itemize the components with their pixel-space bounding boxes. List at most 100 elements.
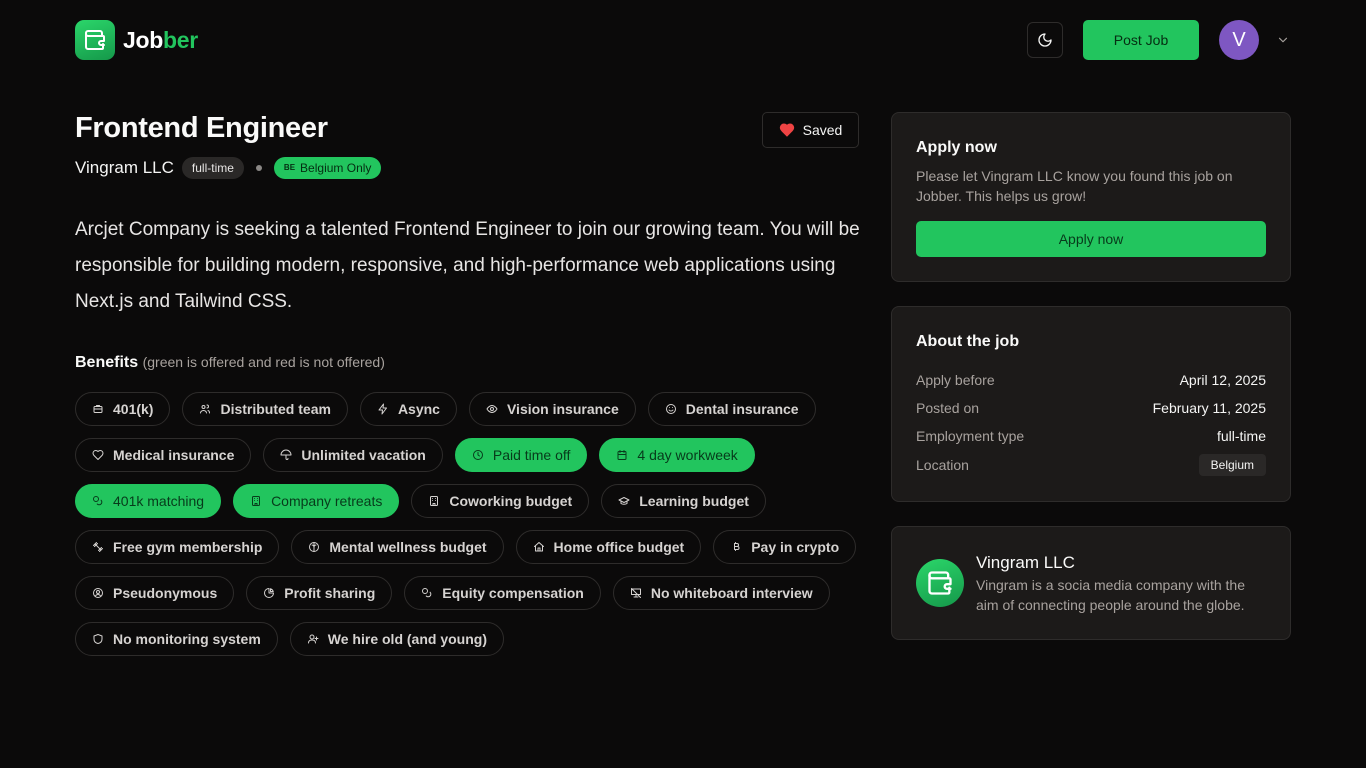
benefit-pill-mental-wellness-budget[interactable]: Mental wellness budget xyxy=(291,530,504,564)
benefit-label: Profit sharing xyxy=(284,585,376,601)
benefit-label: No monitoring system xyxy=(113,631,261,647)
benefits-row: Medical insurance Unlimited vacation Paid … xyxy=(75,438,865,472)
benefits-row: No monitoring system We hire old (and you… xyxy=(75,622,865,656)
saved-button[interactable]: Saved xyxy=(762,112,859,148)
benefit-label: 401(k) xyxy=(113,401,154,417)
location-label: Belgium Only xyxy=(300,161,372,175)
benefit-pill-async[interactable]: Async xyxy=(359,392,457,426)
benefit-label: Coworking budget xyxy=(449,493,573,509)
pie-chart-icon xyxy=(264,588,275,598)
job-description: Arcjet Company is seeking a talented Fro… xyxy=(75,219,860,312)
benefit-pill-free-gym-membership[interactable]: Free gym membership xyxy=(75,530,280,564)
job-title: Frontend Engineer xyxy=(75,112,328,144)
chevron-down-icon[interactable] xyxy=(1276,33,1290,47)
building-icon xyxy=(252,496,261,506)
flag-icon: BE xyxy=(283,163,296,172)
benefit-pill-learning-budget[interactable]: Learning budget xyxy=(601,484,766,518)
benefit-label: Dental insurance xyxy=(685,401,799,417)
benefit-pill-no-whiteboard-interview[interactable]: No whiteboard interview xyxy=(612,576,830,610)
home-icon xyxy=(533,542,544,552)
apply-card-title: Apply now xyxy=(916,139,997,156)
user-circle-icon xyxy=(93,588,103,598)
benefit-pill-medical-insurance[interactable]: Medical insurance xyxy=(75,438,252,472)
about-card-title: About the job xyxy=(916,333,1020,350)
benefit-label: Medical insurance xyxy=(113,447,235,463)
benefits-row: Free gym membership Mental wellness budge… xyxy=(75,530,865,564)
benefit-pill-paid-time-off[interactable]: Paid time off xyxy=(454,438,588,472)
bitcoin-icon xyxy=(734,542,740,551)
shield-icon xyxy=(93,634,103,644)
location-badge: BE Belgium Only xyxy=(273,157,382,179)
calendar-icon xyxy=(617,450,627,460)
benefit-pill-unlimited-vacation[interactable]: Unlimited vacation xyxy=(263,438,443,472)
employment-type-badge: full-time xyxy=(181,157,244,179)
brand-name: Jobber xyxy=(123,26,198,53)
benefits-row: 401(k) Distributed team Async Vision insura… xyxy=(75,392,865,426)
brain-icon xyxy=(309,542,320,552)
company-logo[interactable] xyxy=(916,559,964,607)
benefit-pill-home-office-budget[interactable]: Home office budget xyxy=(515,530,702,564)
benefit-label: We hire old (and young) xyxy=(327,631,487,647)
benefit-pill-4-day-workweek[interactable]: 4 day workweek xyxy=(599,438,755,472)
company-card-name[interactable]: Vingram LLC xyxy=(976,553,1075,573)
benefit-label: Distributed team xyxy=(220,401,331,417)
benefit-pill-profit-sharing[interactable]: Profit sharing xyxy=(246,576,393,610)
apply-card: Apply now Please let Vingram LLC know yo… xyxy=(891,112,1291,282)
heart-icon xyxy=(779,123,794,137)
benefit-pill-vision-insurance[interactable]: Vision insurance xyxy=(468,392,636,426)
theme-toggle-button[interactable] xyxy=(1027,22,1063,58)
building-icon xyxy=(430,496,439,506)
saved-label: Saved xyxy=(802,122,843,138)
separator-dot xyxy=(255,165,262,171)
company-card-description: Vingram is a socia media company with th… xyxy=(976,577,1245,613)
heart-icon xyxy=(92,450,104,460)
presentation-off-icon xyxy=(630,588,641,598)
brand-logo[interactable]: Jobber xyxy=(75,20,198,60)
graduation-cap-icon xyxy=(618,497,630,505)
moon-icon xyxy=(1038,33,1052,47)
detail-row-location: Location Belgium xyxy=(916,454,1266,476)
benefit-pill-no-monitoring-system[interactable]: No monitoring system xyxy=(75,622,278,656)
company-card: Vingram LLC Vingram is a socia media com… xyxy=(891,526,1291,640)
eye-icon xyxy=(486,405,498,413)
detail-row-apply-before: Apply before April 12, 2025 xyxy=(916,372,1266,388)
benefit-pill-dental-insurance[interactable]: Dental insurance xyxy=(647,392,816,426)
benefits-row: 401k matching Company retreats Coworking b… xyxy=(75,484,865,518)
benefit-label: Company retreats xyxy=(271,493,383,509)
benefit-pill-coworking-budget[interactable]: Coworking budget xyxy=(411,484,590,518)
post-job-button[interactable]: Post Job xyxy=(1083,20,1199,60)
apply-now-button[interactable]: Apply now xyxy=(916,221,1266,257)
job-meta: Vingram LLC full-time BE Belgium Only xyxy=(75,157,382,179)
benefit-label: Async xyxy=(397,401,440,417)
wallet-icon xyxy=(75,20,115,60)
benefit-pill-pseudonymous[interactable]: Pseudonymous xyxy=(75,576,235,610)
wallet-icon xyxy=(928,571,952,595)
benefit-label: Vision insurance xyxy=(506,401,619,417)
benefit-pill-distributed-team[interactable]: Distributed team xyxy=(182,392,348,426)
company-name[interactable]: Vingram LLC xyxy=(75,158,174,178)
benefit-label: Pay in crypto xyxy=(751,539,840,555)
benefit-label: Paid time off xyxy=(492,447,571,463)
benefit-label: No whiteboard interview xyxy=(650,585,813,601)
benefit-pill-401-k[interactable]: 401(k) xyxy=(75,392,171,426)
coins-icon xyxy=(422,588,432,598)
detail-row-employment-type: Employment type full-time xyxy=(916,428,1266,444)
dumbbell-icon xyxy=(93,542,103,552)
user-avatar[interactable]: V xyxy=(1219,20,1259,60)
umbrella-icon xyxy=(280,449,292,460)
benefit-pill-company-retreats[interactable]: Company retreats xyxy=(233,484,400,518)
coins-icon xyxy=(93,496,103,506)
benefit-label: 401k matching xyxy=(113,493,205,509)
benefits-row: Pseudonymous Profit sharing Equity compens… xyxy=(75,576,865,610)
benefit-label: Pseudonymous xyxy=(113,585,218,601)
benefit-pill-401k-matching[interactable]: 401k matching xyxy=(75,484,222,518)
benefit-pill-we-hire-old-and-young[interactable]: We hire old (and young) xyxy=(289,622,504,656)
benefit-pill-pay-in-crypto[interactable]: Pay in crypto xyxy=(713,530,857,564)
top-navbar: Jobber Post Job V xyxy=(0,0,1366,80)
benefit-pill-equity-compensation[interactable]: Equity compensation xyxy=(404,576,601,610)
benefit-label: Equity compensation xyxy=(442,585,584,601)
benefit-label: Home office budget xyxy=(553,539,685,555)
benefit-label: Unlimited vacation xyxy=(301,447,426,463)
clock-icon xyxy=(472,450,483,460)
location-chip: Belgium xyxy=(1198,454,1266,476)
